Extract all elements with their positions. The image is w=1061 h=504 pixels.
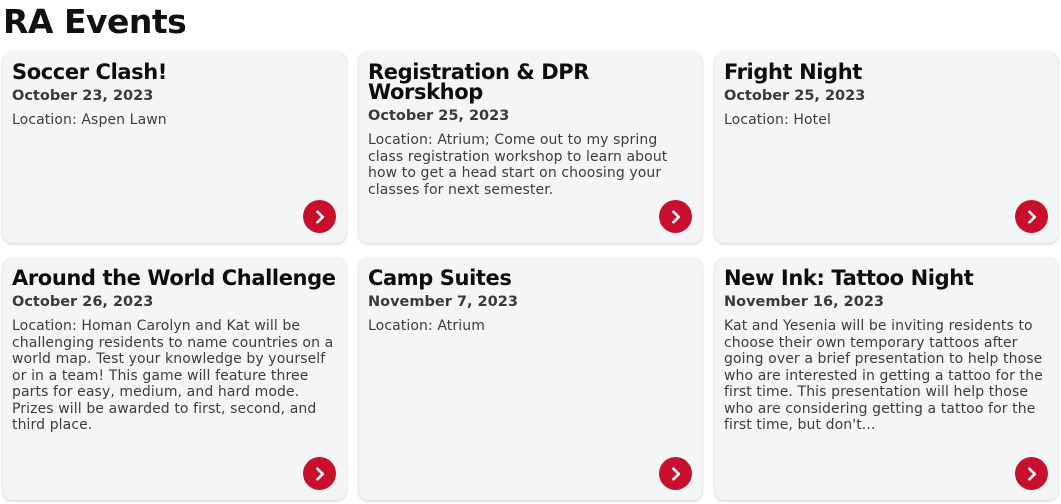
event-description: Location: Aspen Lawn	[12, 112, 167, 128]
event-title: Registration & DPR Worskhop	[368, 60, 590, 104]
event-title: Fright Night	[724, 60, 862, 84]
event-date: November 16, 2023	[724, 294, 884, 310]
open-event-button[interactable]	[659, 200, 692, 233]
chevron-right-icon	[1027, 467, 1036, 480]
chevron-right-icon	[1027, 210, 1036, 223]
event-card[interactable]: Fright Night October 25, 2023 Location: …	[715, 52, 1058, 243]
open-event-button[interactable]	[659, 457, 692, 490]
event-card[interactable]: New Ink: Tattoo Night November 16, 2023 …	[715, 258, 1058, 500]
event-title: Soccer Clash!	[12, 60, 167, 84]
page-title: RA Events	[3, 2, 187, 41]
event-card[interactable]: Soccer Clash! October 23, 2023 Location:…	[3, 52, 346, 243]
event-card[interactable]: Registration & DPR Worskhop October 25, …	[359, 52, 702, 243]
event-title: Camp Suites	[368, 266, 512, 290]
event-date: October 26, 2023	[12, 294, 154, 310]
open-event-button[interactable]	[303, 457, 336, 490]
open-event-button[interactable]	[1015, 200, 1048, 233]
event-description: Kat and Yesenia will be inviting residen…	[724, 318, 1043, 433]
event-date: October 25, 2023	[368, 108, 510, 124]
chevron-right-icon	[315, 210, 324, 223]
chevron-right-icon	[315, 467, 324, 480]
event-description: Location: Atrium	[368, 318, 485, 334]
event-date: October 23, 2023	[12, 88, 154, 104]
event-title: Around the World Challenge	[12, 266, 336, 290]
open-event-button[interactable]	[1015, 457, 1048, 490]
chevron-right-icon	[671, 210, 680, 223]
event-date: October 25, 2023	[724, 88, 866, 104]
event-description: Location: Hotel	[724, 112, 831, 128]
event-description: Location: Atrium; Come out to my spring …	[368, 132, 668, 198]
event-card[interactable]: Around the World Challenge October 26, 2…	[3, 258, 346, 500]
chevron-right-icon	[671, 467, 680, 480]
event-card[interactable]: Camp Suites November 7, 2023 Location: A…	[359, 258, 702, 500]
event-title: New Ink: Tattoo Night	[724, 266, 974, 290]
event-description: Location: Homan Carolyn and Kat will be …	[12, 318, 334, 433]
events-grid: Soccer Clash! October 23, 2023 Location:…	[3, 52, 1058, 500]
event-date: November 7, 2023	[368, 294, 518, 310]
open-event-button[interactable]	[303, 200, 336, 233]
